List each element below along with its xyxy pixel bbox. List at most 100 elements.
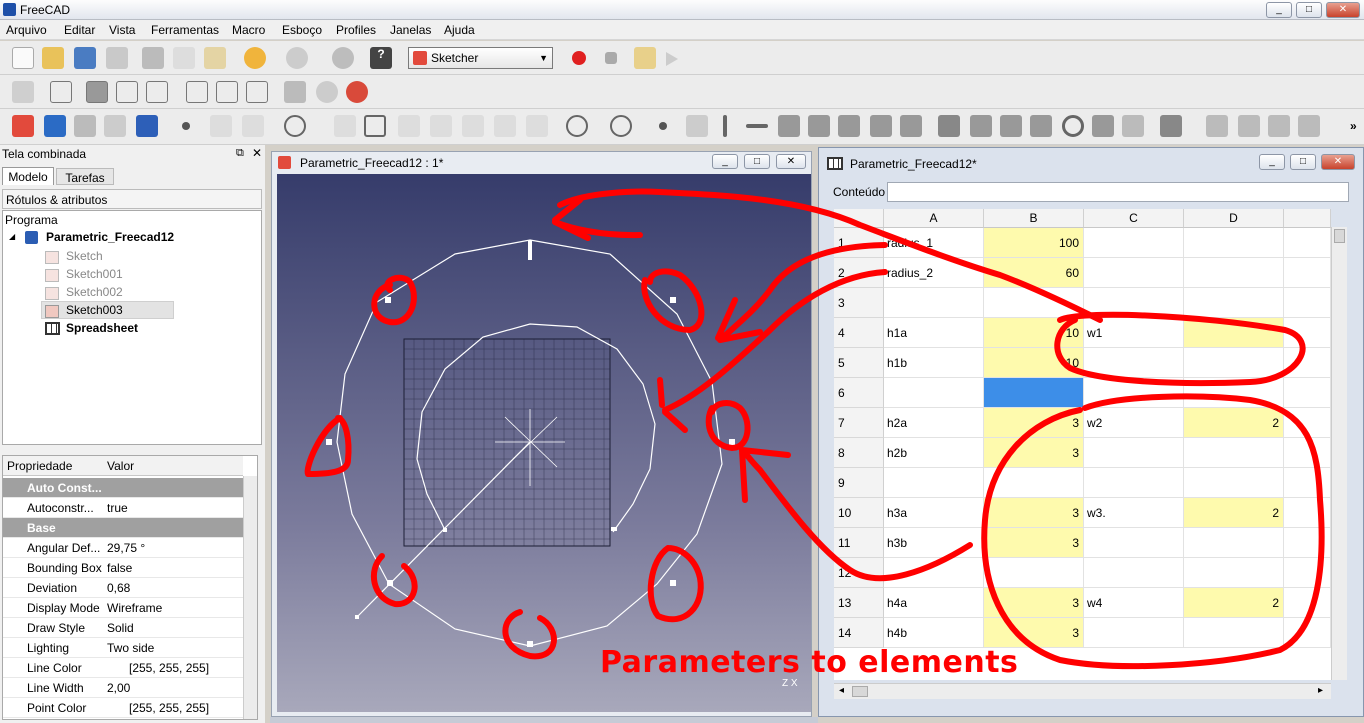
table-cell[interactable] — [1084, 228, 1184, 258]
new-file-icon[interactable] — [12, 47, 34, 69]
property-row[interactable]: Lighting Two side — [3, 638, 243, 658]
constrain-radius-icon[interactable] — [1062, 115, 1084, 137]
menu-ferramentas[interactable]: Ferramentas — [151, 23, 219, 37]
workbench-selector[interactable]: Sketcher ▼ — [408, 47, 553, 69]
row-header[interactable]: 10 — [834, 498, 884, 528]
table-cell[interactable]: 3 — [984, 408, 1084, 438]
table-cell[interactable] — [1184, 318, 1284, 348]
table-cell[interactable]: w4 — [1084, 588, 1184, 618]
polygon-icon[interactable] — [566, 115, 588, 137]
menu-esboco[interactable]: Esboço — [282, 23, 322, 37]
rear-view-icon[interactable] — [186, 81, 208, 103]
tree-item-sketch001[interactable]: Sketch001 — [66, 267, 123, 281]
table-cell[interactable] — [1084, 468, 1184, 498]
tree-expand-icon[interactable]: ◢ — [9, 232, 15, 241]
3d-viewport[interactable]: Z X — [277, 174, 811, 712]
tab-tarefas[interactable]: Tarefas — [56, 168, 114, 185]
table-cell[interactable] — [1284, 588, 1331, 618]
row-header[interactable]: 6 — [834, 378, 884, 408]
menu-arquivo[interactable]: Arquivo — [6, 23, 47, 37]
column-header[interactable]: A — [884, 209, 984, 228]
sheet-minimize-button[interactable]: _ — [1259, 154, 1285, 170]
menu-vista[interactable]: Vista — [109, 23, 135, 37]
table-cell[interactable] — [1184, 348, 1284, 378]
edit-macro-icon[interactable] — [634, 47, 656, 69]
table-cell[interactable] — [1184, 378, 1284, 408]
circle-icon[interactable] — [284, 115, 306, 137]
table-cell[interactable] — [884, 378, 984, 408]
row-header[interactable]: 9 — [834, 468, 884, 498]
record-macro-icon[interactable] — [572, 51, 586, 65]
select-origin-icon[interactable] — [1238, 115, 1260, 137]
carbon-copy-icon[interactable] — [494, 115, 516, 137]
table-cell[interactable] — [984, 378, 1084, 408]
table-cell[interactable]: w3. — [1084, 498, 1184, 528]
property-group[interactable]: Auto Const... — [3, 478, 243, 498]
row-header[interactable]: 4 — [834, 318, 884, 348]
menu-janelas[interactable]: Janelas — [390, 23, 431, 37]
table-cell[interactable]: h4a — [884, 588, 984, 618]
menu-editar[interactable]: Editar — [64, 23, 95, 37]
column-header[interactable] — [1284, 209, 1331, 228]
table-cell[interactable] — [1184, 468, 1284, 498]
table-cell[interactable]: 2 — [1184, 588, 1284, 618]
top-view-icon[interactable] — [116, 81, 138, 103]
view-sketch-icon[interactable] — [104, 115, 126, 137]
table-cell[interactable]: 10 — [984, 318, 1084, 348]
table-cell[interactable]: 2 — [1184, 408, 1284, 438]
table-cell[interactable] — [1184, 288, 1284, 318]
slot-icon[interactable] — [526, 115, 548, 137]
map-sketch-icon[interactable] — [136, 115, 158, 137]
table-cell[interactable] — [1284, 558, 1331, 588]
view-close-button[interactable]: ✕ — [776, 154, 806, 169]
constrain-coincident-icon[interactable] — [659, 122, 667, 130]
property-row[interactable]: Deviation 0,68 — [3, 578, 243, 598]
undo-icon[interactable] — [244, 47, 266, 69]
table-cell[interactable] — [1284, 528, 1331, 558]
construction-icon[interactable] — [610, 115, 632, 137]
property-row[interactable]: Draw Style Solid — [3, 618, 243, 638]
corner-header[interactable] — [834, 209, 884, 228]
tree-item-sketch003[interactable]: Sketch003 — [66, 303, 123, 317]
table-cell[interactable]: h2a — [884, 408, 984, 438]
sheet-close-button[interactable]: ✕ — [1321, 154, 1355, 170]
table-cell[interactable] — [1284, 468, 1331, 498]
row-header[interactable]: 3 — [834, 288, 884, 318]
scroll-thumb[interactable] — [852, 686, 868, 697]
edit-sketch-icon[interactable] — [44, 115, 66, 137]
table-cell[interactable] — [1184, 558, 1284, 588]
constrain-equal-icon[interactable] — [870, 115, 892, 137]
bottom-view-icon[interactable] — [216, 81, 238, 103]
table-cell[interactable]: 3 — [984, 528, 1084, 558]
row-header[interactable]: 14 — [834, 618, 884, 648]
table-cell[interactable] — [1084, 618, 1184, 648]
toolbar-overflow-icon[interactable]: » — [1350, 119, 1357, 133]
constrain-symmetric-icon[interactable] — [900, 115, 922, 137]
constrain-horizontal-distance-icon[interactable] — [970, 115, 992, 137]
constrain-lock-icon[interactable] — [938, 115, 960, 137]
table-cell[interactable]: 100 — [984, 228, 1084, 258]
paste-icon[interactable] — [204, 47, 226, 69]
table-cell[interactable]: h3a — [884, 498, 984, 528]
scroll-thumb[interactable] — [1334, 229, 1345, 243]
select-conflicting-icon[interactable] — [1268, 115, 1290, 137]
isometric-view-icon[interactable] — [50, 81, 72, 103]
scroll-right-icon[interactable]: ▸ — [1318, 685, 1323, 696]
scroll-left-icon[interactable]: ◂ — [839, 685, 844, 696]
polyline-icon[interactable] — [334, 115, 356, 137]
sheet-vertical-scrollbar[interactable] — [1331, 227, 1347, 680]
view-minimize-button[interactable]: _ — [712, 154, 738, 169]
trim-icon[interactable] — [430, 115, 452, 137]
tree-item-sketch002[interactable]: Sketch002 — [66, 285, 123, 299]
constrain-distance-icon[interactable] — [1030, 115, 1052, 137]
close-panel-icon[interactable]: ✕ — [252, 146, 262, 160]
table-cell[interactable]: w1 — [1084, 318, 1184, 348]
sheet-restore-button[interactable]: □ — [1290, 154, 1316, 170]
save-icon[interactable] — [74, 47, 96, 69]
row-header[interactable]: 8 — [834, 438, 884, 468]
toggle-reference-icon[interactable] — [1160, 115, 1182, 137]
tree-document[interactable]: Parametric_Freecad12 — [46, 230, 174, 244]
table-cell[interactable] — [1284, 498, 1331, 528]
property-row[interactable]: Autoconstr... true — [3, 498, 243, 518]
row-header[interactable]: 12 — [834, 558, 884, 588]
